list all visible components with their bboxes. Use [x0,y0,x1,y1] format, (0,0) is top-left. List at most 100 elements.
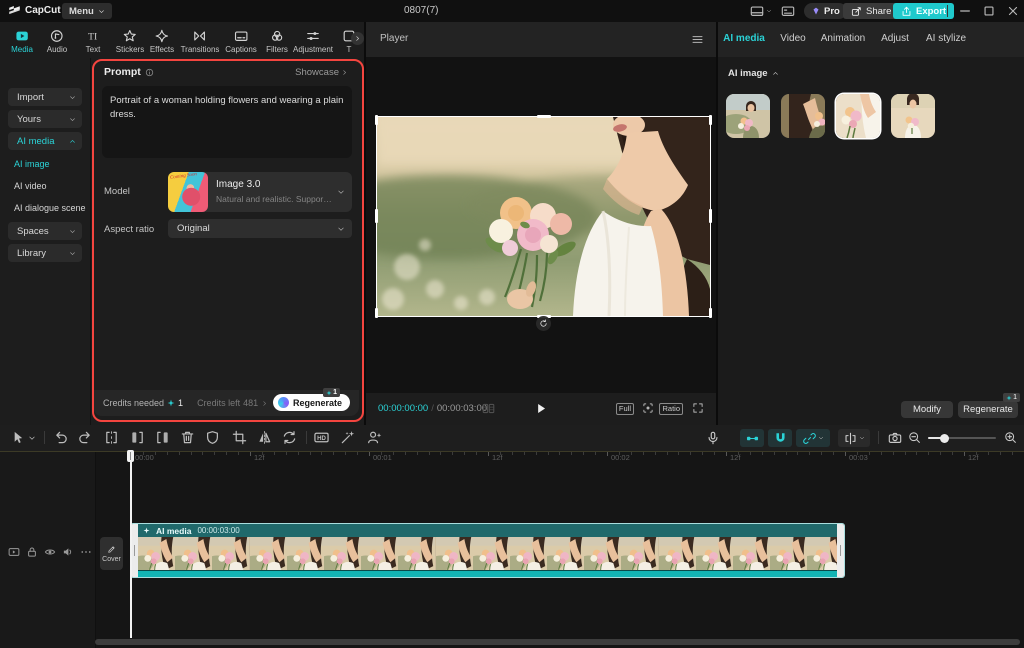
cover-button[interactable]: Cover [100,537,123,570]
linking-toggle[interactable] [796,429,830,447]
tab-audio[interactable]: Audio [47,29,67,54]
ai-image-result-3[interactable] [836,94,880,138]
share-button[interactable]: Share [843,3,899,19]
tab-effects[interactable]: Effects [150,29,174,54]
split-left-icon[interactable] [130,430,145,445]
modify-button[interactable]: Modify [901,401,953,418]
tab-stickers[interactable]: Stickers [116,29,144,54]
expand-icon[interactable] [692,402,704,414]
sidebar-item-ai-image[interactable]: AI image [14,159,50,169]
camera-icon[interactable] [888,431,902,445]
clip-trim-handle-left[interactable] [131,524,138,577]
tab-transitions[interactable]: Transitions [181,29,220,54]
frames-icon[interactable] [482,402,495,415]
playhead-line[interactable] [130,450,132,638]
ai-media-clip[interactable]: AI media 00:00:03:00 [130,523,845,578]
credits-left-link[interactable]: Credits left 481 [197,398,268,408]
clip-trim-handle-right[interactable] [837,524,844,577]
sidebar-item-library[interactable]: Library [8,244,82,262]
tab-animation[interactable]: Animation [821,33,865,44]
focus-icon[interactable] [642,402,654,414]
pro-badge-button[interactable]: Pro [804,3,847,19]
mirror-icon[interactable] [257,430,272,445]
play-icon[interactable] [535,402,548,415]
mask-icon[interactable] [205,430,220,445]
tab-video[interactable]: Video [780,33,805,44]
undo-icon[interactable] [54,430,69,445]
more-tabs-button[interactable] [351,32,364,45]
tab-ai-stylize[interactable]: AI stylize [926,33,966,44]
sidebar-item-ai-media[interactable]: AI media [8,132,82,150]
aspect-ratio-select[interactable]: Original [168,219,352,238]
zoom-in-icon[interactable] [1004,431,1017,444]
trash-icon[interactable] [180,430,195,445]
tab-ai-media[interactable]: AI media [723,33,765,44]
speaker-icon[interactable] [62,546,74,558]
lock-icon[interactable] [26,546,38,558]
sidebar-item-label: Yours [17,114,69,125]
replace-icon[interactable] [282,430,297,445]
sidebar-item-yours[interactable]: Yours [8,110,82,128]
track-icon[interactable] [8,546,20,558]
sidebar-item-ai-dialogue-scene[interactable]: AI dialogue scene [14,203,86,213]
export-button[interactable]: Export [893,3,954,19]
tab-adjustment[interactable]: Adjustment [293,29,333,54]
close-icon[interactable] [1006,3,1020,19]
playhead-handle[interactable] [127,450,134,462]
tab-adjust[interactable]: Adjust [881,33,909,44]
layout-switch-button[interactable] [750,3,772,19]
hamburger-icon[interactable] [691,33,704,46]
ai-image-section-header[interactable]: AI image [728,68,779,79]
sidebar-item-spaces[interactable]: Spaces [8,222,82,240]
ai-image-result-4[interactable] [891,94,935,138]
chevron-down-icon [859,435,865,441]
info-icon[interactable] [145,68,154,77]
sidebar-item-import[interactable]: Import [8,88,82,106]
main-track-magnet-toggle[interactable] [740,429,764,447]
redo-icon[interactable] [77,430,92,445]
panel-layout-button[interactable] [781,3,795,19]
ratio-button[interactable]: Ratio [659,403,683,415]
minimize-icon[interactable] [958,3,972,19]
regenerate-button[interactable]: Regenerate 1 [273,394,350,411]
ruler-tick [536,452,537,455]
tab-text[interactable]: TIText [86,29,101,54]
slider-knob[interactable] [940,434,949,443]
model-select[interactable]: Coming Soon Image 3.0 Natural and realis… [168,172,352,212]
add-person-icon[interactable] [367,430,382,445]
tab-filters[interactable]: Filters [266,29,288,54]
filmstrip-frame [510,537,547,570]
ruler-tick [1012,452,1013,455]
tab-media[interactable]: Media [11,29,33,54]
crop-icon[interactable] [232,430,247,445]
hd-icon[interactable]: HD [314,430,329,445]
full-screen-button[interactable]: Full [616,403,634,415]
ai-image-result-2[interactable] [781,94,825,138]
pointer-icon[interactable] [10,430,25,445]
split-right-icon[interactable] [155,430,170,445]
clip-filmstrip [138,537,837,570]
ruler-tick [333,452,334,455]
maximize-icon[interactable] [982,3,996,19]
mic-icon[interactable] [706,431,720,445]
wand-icon[interactable] [340,430,355,445]
regenerate-button[interactable]: Regenerate 1 [958,401,1018,418]
showcase-link[interactable]: Showcase [295,67,348,78]
eye-icon[interactable] [44,546,56,558]
timeline-ruler[interactable]: 00:0012f00:0112f00:0212f00:0312f [0,452,1024,466]
sidebar-item-ai-video[interactable]: AI video [14,181,47,191]
horizontal-scrollbar[interactable] [95,639,1020,645]
prompt-textarea[interactable]: Portrait of a woman holding flowers and … [102,86,352,158]
chevron-down-icon [69,228,76,235]
auto-snap-toggle[interactable] [768,429,792,447]
tab-captions[interactable]: Captions [225,29,257,54]
menu-button[interactable]: Menu [62,3,112,19]
ai-image-result-1[interactable] [726,94,770,138]
split-icon[interactable] [104,430,119,445]
rotate-handle[interactable] [536,316,551,331]
more-icon[interactable] [80,546,92,558]
zoom-out-icon[interactable] [908,431,921,444]
preview-axis-button[interactable] [838,429,870,447]
timeline-zoom-slider[interactable] [928,437,996,439]
chevron-down-icon[interactable] [28,434,36,442]
